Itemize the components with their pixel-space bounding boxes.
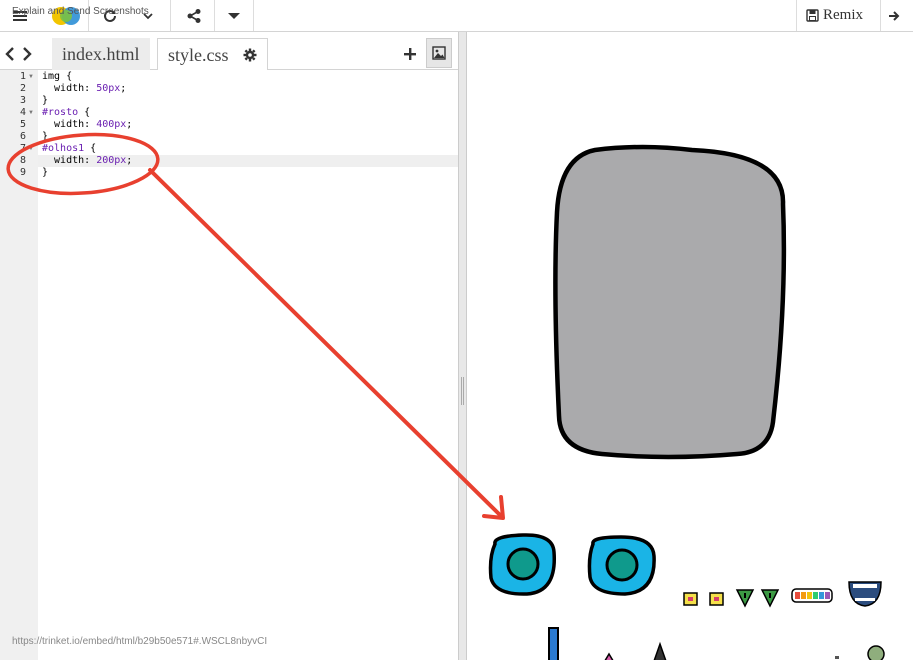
code-line[interactable]: #rosto { [38,107,458,119]
line-number: 8 [19,155,26,166]
line-number: 7 [19,143,26,154]
partial-item-blue-bar [548,627,559,660]
gear-icon[interactable] [243,48,257,62]
code-token: 400px [96,119,127,130]
image-icon [432,46,446,60]
fold-arrow-icon[interactable]: ▼ [28,107,34,119]
toolbar-divider [214,0,215,31]
more-options-dropdown[interactable] [220,0,248,31]
share-button[interactable] [178,0,210,31]
partial-item-pink [604,652,614,660]
splitter-grip-handle[interactable] [461,377,464,405]
small-eye-yellow-2 [709,592,724,606]
tab-index-html[interactable]: index.html [52,38,150,70]
pane-splitter[interactable] [458,32,467,660]
line-number: 6 [19,131,26,142]
code-token: width: [42,155,97,166]
code-token: ; [126,119,133,130]
tab-style-css[interactable]: style.css [157,38,268,71]
forward-button[interactable] [19,38,35,69]
code-token: ; [126,155,133,166]
caret-down-icon [228,12,240,19]
line-number: 4 [19,107,26,118]
code-token: { [78,107,91,118]
partial-item-green-right [835,645,885,660]
line-number: 1 [19,71,26,82]
code-editor-pane: index.html style.css 1 ▼ 2 3 4 ▼ 5 6 7 ▼ 8 9 img { … [0,32,458,660]
toolbar-divider [796,0,797,31]
sign-in-button[interactable] [888,0,913,31]
tab-label: style.css [168,44,229,65]
eye-image-left [488,533,556,596]
remix-button[interactable]: Remix [806,7,863,24]
remix-label: Remix [823,7,863,23]
chevron-right-icon [23,46,32,61]
code-line[interactable]: img { [38,71,458,83]
toolbar-divider [170,0,171,31]
line-number: 2 [19,83,26,94]
result-preview-pane [467,32,913,660]
code-token: } [42,95,49,106]
line-number: 3 [19,95,26,106]
partial-item-dark-spike [653,641,667,660]
code-token: #olhos1 [42,143,85,154]
code-line[interactable]: } [38,167,458,179]
plus-icon [404,47,416,60]
code-token: } [42,167,49,178]
code-token: img { [42,71,73,82]
add-file-button[interactable] [400,38,420,69]
sign-in-icon [889,10,900,21]
code-line[interactable]: } [38,131,458,143]
line-number: 9 [19,167,26,178]
code-text-area[interactable]: img { width: 50px;} #rosto { width: 400px… [38,70,458,660]
fold-arrow-icon[interactable]: ▼ [28,143,34,155]
code-token: 200px [96,155,127,166]
add-image-button[interactable] [426,38,452,68]
tab-label: index.html [62,43,140,64]
code-line[interactable]: width: 400px; [38,119,458,131]
code-token: } [42,131,49,142]
toolbar-divider [880,0,881,31]
toolbar-divider [253,0,254,31]
code-token: width: [42,119,97,130]
status-url: https://trinket.io/embed/html/b29b50e571… [12,636,268,647]
face-image [553,144,787,460]
top-toolbar: Explain and Send Screenshots Remix [0,0,913,32]
code-line[interactable]: width: 50px; [38,83,458,95]
small-nose-green-1 [735,589,755,608]
line-number-gutter: 1 ▼ 2 3 4 ▼ 5 6 7 ▼ 8 9 [0,70,38,660]
chevron-left-icon [5,46,14,61]
share-icon [187,8,201,23]
small-eye-yellow-1 [683,592,698,606]
code-line[interactable]: #olhos1 { [38,143,458,155]
save-icon [806,9,819,22]
code-token: ; [120,83,127,94]
fold-arrow-icon[interactable]: ▼ [28,71,34,83]
small-mouth-colorful [791,588,833,603]
preview-canvas [488,144,885,660]
overlay-title: Explain and Send Screenshots [12,6,149,17]
trinket-editor-window: Explain and Send Screenshots Remix index… [0,0,913,660]
code-token: 50px [96,83,121,94]
code-token: width: [42,83,97,94]
eye-image-right [587,535,656,596]
small-nose-green-2 [760,589,780,608]
small-mouth-teeth [848,581,882,607]
code-token: { [84,143,97,154]
file-tab-bar: index.html style.css [0,32,458,71]
code-line[interactable]: width: 200px; [38,155,458,167]
code-token: #rosto [42,107,79,118]
line-number: 5 [19,119,26,130]
code-line[interactable]: } [38,95,458,107]
back-button[interactable] [2,38,18,69]
